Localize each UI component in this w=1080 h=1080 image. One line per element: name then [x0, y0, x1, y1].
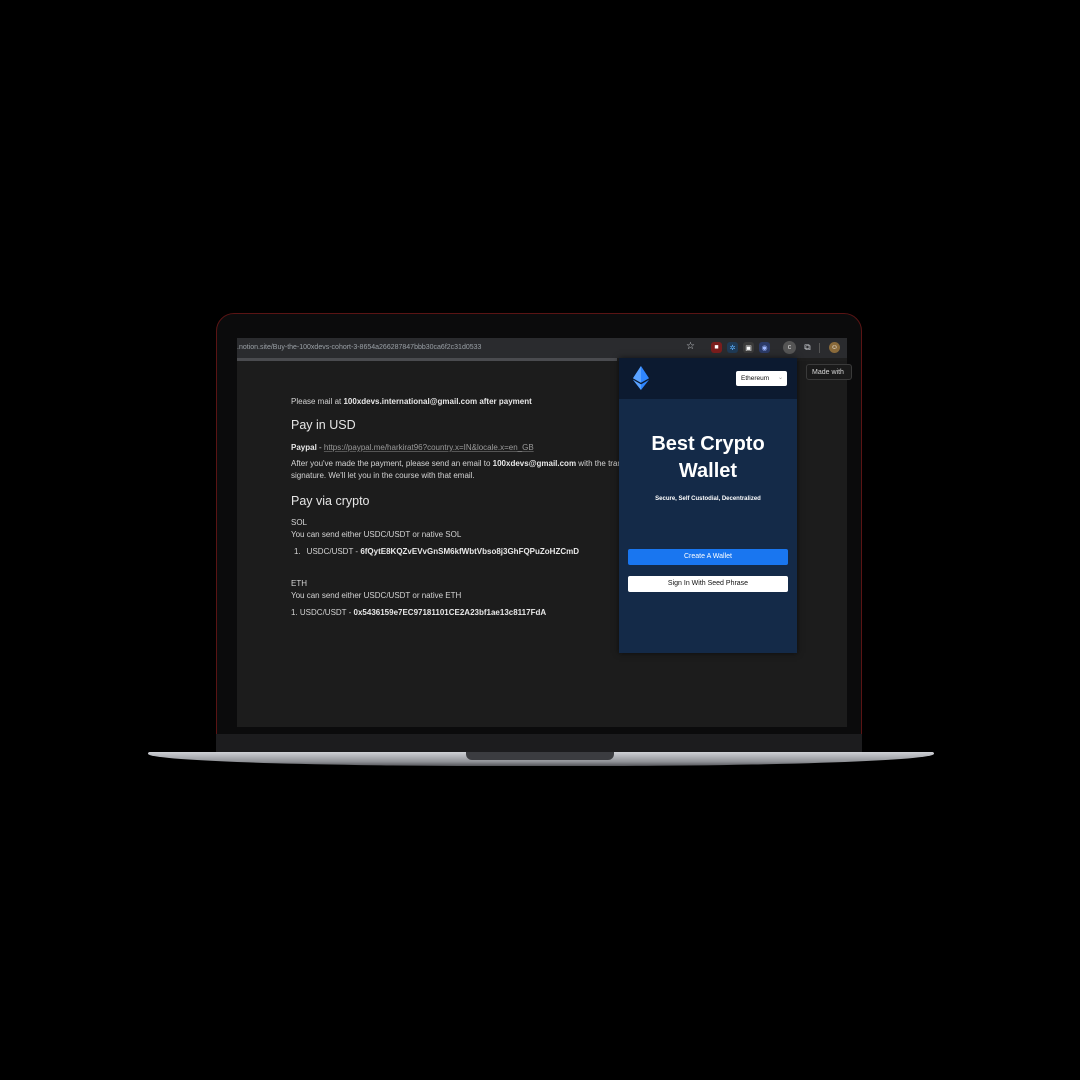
usd-heading: Pay in USD	[291, 418, 356, 432]
extension-react-icon[interactable]: ✲	[727, 342, 738, 353]
made-with-badge[interactable]: Made with	[806, 364, 852, 380]
profile-avatar[interactable]: c	[783, 341, 796, 354]
paypal-link[interactable]: https://paypal.me/harkirat96?country.x=I…	[324, 443, 534, 452]
crypto-heading: Pay via crypto	[291, 494, 370, 508]
laptop-bottom-bezel	[216, 734, 862, 752]
eth-text: You can send either USDC/USDT or native …	[291, 591, 462, 600]
wallet-subtitle: Secure, Self Custodial, Decentralized	[655, 496, 761, 502]
extensions-puzzle-icon[interactable]: ⧉	[802, 342, 813, 353]
sol-address[interactable]: 6fQytE8KQZvEVvGnSM6kfWbtVbso8j3GhFQPuZoH…	[360, 547, 579, 556]
laptop-notch	[466, 752, 614, 760]
toolbar-divider	[819, 343, 820, 353]
mail-email: 100xdevs.international@gmail.com	[343, 397, 478, 406]
wallet-header: Ethereum ⌄	[619, 358, 797, 399]
bookmark-star-icon[interactable]: ☆	[686, 341, 695, 352]
wallet-extension-popup: Ethereum ⌄ Best Crypto Wallet Secure, Se…	[619, 358, 797, 653]
sol-list-item: 1. USDC/USDT - 6fQytE8KQZvEVvGnSM6kfWbtVb…	[294, 547, 580, 556]
wallet-title: Best Crypto Wallet	[651, 433, 765, 482]
ethereum-logo-icon	[633, 366, 649, 395]
eth-address[interactable]: 0x5436159e7EC97181101CE2A23bf1ae13c8117F…	[354, 608, 547, 617]
eth-list-item: 1. USDC/USDT - 0x5436159e7EC97181101CE2A…	[291, 608, 547, 617]
create-wallet-button[interactable]: Create A Wallet	[628, 549, 788, 565]
paypal-line: Paypal - https://paypal.me/harkirat96?co…	[291, 443, 534, 452]
extension-image-icon[interactable]: ▣	[743, 342, 754, 353]
url-text[interactable]: .notion.site/Buy-the-100xdevs-cohort-3-8…	[237, 344, 481, 351]
network-select[interactable]: Ethereum ⌄	[736, 371, 787, 386]
sol-text: You can send either USDC/USDT or native …	[291, 530, 462, 539]
signature-line: signature. We'll let you in the course w…	[291, 471, 475, 480]
seed-phrase-signin-button[interactable]: Sign In With Seed Phrase	[628, 576, 788, 592]
extension-red-icon[interactable]: ■	[711, 342, 722, 353]
chevron-down-icon: ⌄	[777, 375, 783, 381]
mail-instruction: Please mail at 100xdevs.international@gm…	[291, 397, 532, 406]
user-avatar[interactable]: ☺	[829, 342, 840, 353]
address-bar: .notion.site/Buy-the-100xdevs-cohort-3-8…	[237, 338, 847, 358]
extension-eye-icon[interactable]: ◉	[759, 342, 770, 353]
